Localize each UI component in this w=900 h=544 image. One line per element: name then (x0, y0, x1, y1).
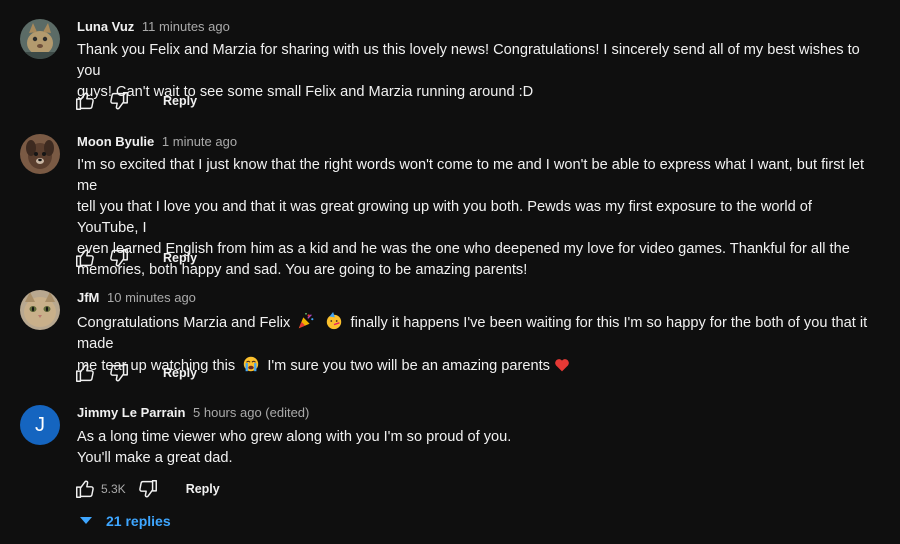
cat-face-photo-avatar (20, 290, 60, 330)
avatar[interactable]: J (20, 405, 60, 445)
dislike-button[interactable] (107, 246, 131, 270)
like-button[interactable] (73, 477, 97, 501)
comment-timestamp[interactable]: 1 minute ago (162, 134, 237, 149)
comment-text-segment: I'm sure you two will be an amazing pare… (267, 358, 550, 374)
comment-actions: 5.3K Reply (73, 477, 220, 501)
thumbs-up-icon (76, 364, 94, 382)
red-heart-emoji (555, 359, 569, 372)
reply-button[interactable]: Reply (186, 482, 220, 496)
like-button[interactable] (73, 89, 97, 113)
author-name[interactable]: Luna Vuz (77, 19, 134, 34)
reply-button[interactable]: Reply (163, 94, 197, 108)
thumbs-up-icon (76, 249, 94, 267)
like-button[interactable] (73, 246, 97, 270)
thumbs-down-icon (110, 92, 128, 110)
comment-text-line: Congratulations Marzia and Felix finally… (77, 312, 877, 355)
reply-button[interactable]: Reply (163, 251, 197, 265)
comment-timestamp[interactable]: 5 hours ago (edited) (193, 405, 309, 420)
comment-header: Luna Vuz 11 minutes ago (77, 18, 230, 36)
comment-text-line: As a long time viewer who grew along wit… (77, 429, 512, 445)
like-button[interactable] (73, 361, 97, 385)
loudly-crying-face-emoji (244, 356, 259, 372)
dislike-button[interactable] (107, 361, 131, 385)
comment-timestamp[interactable]: 11 minutes ago (142, 19, 230, 34)
like-count: 5.3K (101, 482, 126, 496)
comment-text: As a long time viewer who grew along wit… (77, 427, 877, 469)
thumbs-up-icon (76, 480, 94, 498)
dislike-button[interactable] (136, 477, 160, 501)
reply-button[interactable]: Reply (163, 366, 197, 380)
thumbs-down-icon (110, 364, 128, 382)
thumbs-down-icon (138, 480, 157, 498)
comment-text-line: tell you that I love you and that it was… (77, 199, 812, 236)
avatar[interactable] (20, 290, 60, 330)
comment-header: Moon Byulie 1 minute ago (77, 133, 237, 151)
caret-down-icon (80, 517, 92, 524)
view-replies-button[interactable]: 21 replies (80, 513, 171, 529)
comment-timestamp[interactable]: 10 minutes ago (107, 290, 196, 305)
author-name[interactable]: JfM (77, 290, 99, 305)
comment-text-line: You'll make a great dad. (77, 450, 233, 466)
comment-text-line: I'm so excited that I just know that the… (77, 157, 865, 194)
partying-face-emoji (327, 312, 342, 330)
comment-actions: Reply (73, 89, 197, 113)
replies-count-label: 21 replies (106, 513, 171, 529)
author-name[interactable]: Moon Byulie (77, 134, 154, 149)
comments-thread: Luna Vuz 11 minutes ago Thank you Felix … (0, 0, 900, 544)
comment-text-segment: Congratulations Marzia and Felix (77, 315, 291, 331)
thumbs-up-icon (76, 92, 94, 110)
comment-text-line: Thank you Felix and Marzia for sharing w… (77, 42, 860, 79)
avatar-letter: J (35, 413, 45, 436)
cat-photo-avatar (20, 19, 60, 59)
dislike-button[interactable] (107, 89, 131, 113)
party-popper-emoji (299, 312, 314, 329)
avatar[interactable] (20, 19, 60, 59)
author-name[interactable]: Jimmy Le Parrain (77, 405, 185, 420)
dog-photo-avatar (20, 134, 60, 174)
thumbs-down-icon (110, 249, 128, 267)
comment-header: JfM 10 minutes ago (77, 289, 196, 307)
comment-actions: Reply (73, 246, 197, 270)
comment-actions: Reply (73, 361, 197, 385)
avatar[interactable] (20, 134, 60, 174)
comment-header: Jimmy Le Parrain 5 hours ago (edited) (77, 404, 309, 422)
